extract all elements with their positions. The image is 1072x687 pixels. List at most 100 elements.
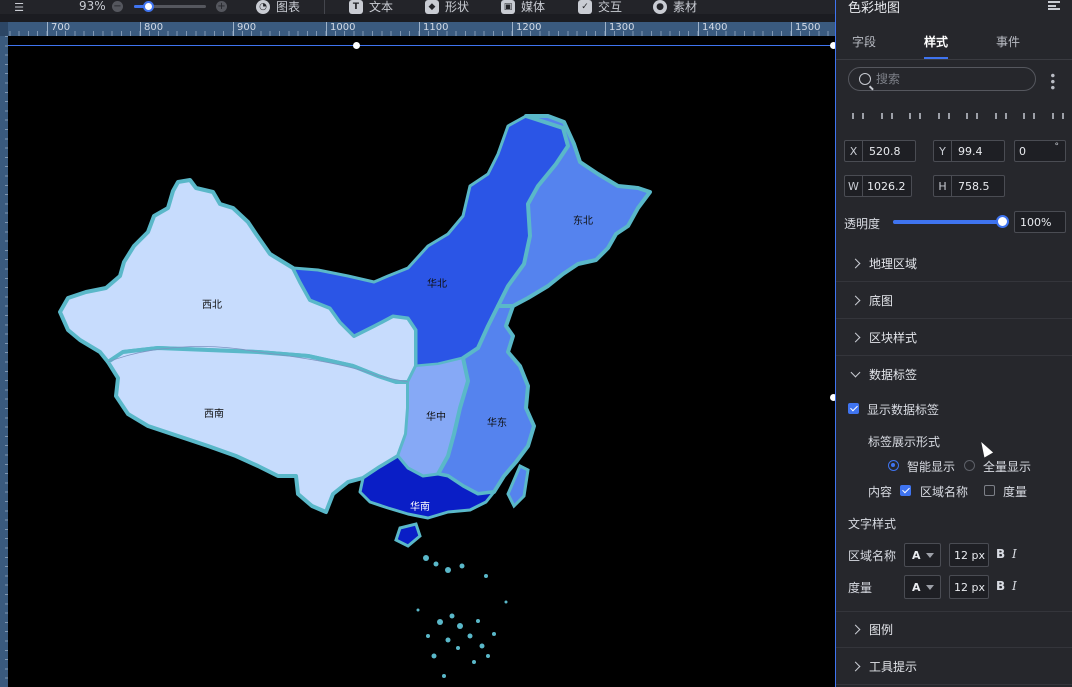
- align-middle-icon[interactable]: [1021, 111, 1036, 121]
- section-geo-region[interactable]: 地理区域: [836, 245, 1072, 282]
- content-label: 内容: [868, 485, 893, 499]
- tab-event[interactable]: 事件: [996, 33, 1020, 50]
- media-icon: ▣: [501, 0, 515, 14]
- ruler-label: 1000: [326, 22, 355, 36]
- chevron-right-icon: [850, 258, 861, 268]
- toolbar-shape-label: 形状: [445, 0, 470, 14]
- design-canvas[interactable]: 西北 西南 华北 东北 华中 华东 华南: [8, 36, 835, 687]
- toolbar-text-button[interactable]: T 文本: [349, 0, 393, 14]
- measure-text: 度量: [1003, 485, 1028, 499]
- section-data-label-label: 数据标签: [869, 368, 918, 382]
- section-legend-label: 图例: [869, 622, 894, 637]
- toolbar-media-button[interactable]: ▣ 媒体: [501, 0, 545, 14]
- y-position-field[interactable]: Y 99.4: [933, 140, 1005, 162]
- ruler-label: 1300: [605, 22, 634, 36]
- smart-display-radio[interactable]: [888, 460, 899, 471]
- map-label-central: 华中: [426, 410, 446, 423]
- show-data-label-text: 显示数据标签: [867, 403, 940, 417]
- full-display-radio[interactable]: [964, 460, 975, 471]
- search-input[interactable]: [876, 72, 1016, 86]
- properties-panel: 色彩地图 字段 样式 事件 ••• X 520.8 Y 99.4 0 ° W 1…: [835, 0, 1072, 687]
- search-icon: [859, 73, 871, 85]
- chevron-right-icon: [850, 624, 861, 634]
- toolbar-shape-button[interactable]: ◆ 形状: [425, 0, 469, 14]
- shape-icon: ◆: [425, 0, 439, 14]
- section-block-style[interactable]: 区块样式: [836, 319, 1072, 356]
- align-right-edge-icon[interactable]: [907, 111, 922, 121]
- map-region-hainan[interactable]: [394, 522, 422, 548]
- toolbar-chart-button[interactable]: ◔ 图表: [256, 0, 300, 14]
- region-name-checkbox[interactable]: [900, 485, 911, 496]
- toolbar-interaction-button[interactable]: ✓ 交互: [578, 0, 622, 14]
- vertical-ruler[interactable]: [0, 36, 8, 687]
- panel-title: 色彩地图: [848, 1, 901, 16]
- chart-icon: ◔: [256, 0, 270, 14]
- more-options-icon[interactable]: •••: [1045, 72, 1059, 90]
- tab-field[interactable]: 字段: [852, 33, 876, 50]
- section-tooltip-label: 工具提示: [869, 659, 918, 674]
- chevron-right-icon: [850, 661, 861, 671]
- measure-color-picker[interactable]: A: [904, 575, 941, 599]
- opacity-slider-knob[interactable]: [996, 215, 1009, 228]
- distribute-horizontal-icon[interactable]: [936, 111, 950, 121]
- panel-menu-icon[interactable]: [1048, 1, 1060, 10]
- x-label: X: [845, 141, 863, 161]
- region-name-font-size[interactable]: 12 px: [949, 543, 989, 567]
- toolbar-material-button[interactable]: ● 素材: [653, 0, 697, 14]
- region-name-text: 区域名称: [920, 485, 969, 499]
- ruler-corner: [0, 22, 8, 36]
- section-legend[interactable]: 图例: [836, 611, 1072, 648]
- measure-checkbox[interactable]: [984, 485, 995, 496]
- map-label-east: 华东: [487, 416, 507, 429]
- section-base-map[interactable]: 底图: [836, 282, 1072, 319]
- measure-font-size[interactable]: 12 px: [949, 575, 989, 599]
- align-center-horizontal-icon[interactable]: [879, 111, 893, 121]
- x-position-field[interactable]: X 520.8: [844, 140, 916, 162]
- align-left-icon[interactable]: [850, 111, 864, 121]
- italic-icon[interactable]: I: [1012, 579, 1017, 593]
- rotation-field[interactable]: 0 °: [1014, 140, 1066, 162]
- layers-icon[interactable]: ☰: [12, 0, 26, 14]
- toolbar-divider: [324, 0, 325, 14]
- zoom-slider-knob[interactable]: [143, 1, 155, 12]
- tab-style[interactable]: 样式: [924, 33, 948, 50]
- w-value: 1026.2: [867, 179, 906, 193]
- map-label-northwest: 西北: [202, 299, 222, 311]
- align-top-icon[interactable]: [993, 111, 1007, 121]
- text-icon: T: [349, 0, 363, 14]
- opacity-input[interactable]: 100%: [1014, 211, 1066, 233]
- zoom-in-icon[interactable]: +: [216, 1, 227, 12]
- region-name-color-picker[interactable]: A: [904, 543, 941, 567]
- section-tooltip[interactable]: 工具提示: [836, 648, 1072, 685]
- bold-icon[interactable]: B: [996, 579, 1005, 593]
- h-label: H: [934, 176, 952, 196]
- chevron-right-icon: [850, 295, 861, 305]
- ruler-label: 900: [233, 22, 256, 36]
- align-bottom-icon[interactable]: [1050, 111, 1064, 121]
- map-region-taiwan[interactable]: [506, 463, 530, 509]
- height-field[interactable]: H 758.5: [933, 175, 1005, 197]
- top-toolbar: ☰ 93% − + ◔ 图表 T 文本 ◆ 形状 ▣ 媒体 ✓ 交互 ● 素材: [0, 0, 835, 14]
- china-region-map[interactable]: 西北 西南 华北 东北 华中 华东 华南: [8, 36, 835, 687]
- width-field[interactable]: W 1026.2: [844, 175, 912, 197]
- south-china-sea-islands: [416, 555, 508, 678]
- horizontal-ruler[interactable]: 700 800 900 1000 1100 1200 1300 1400 150…: [0, 22, 835, 36]
- bold-icon[interactable]: B: [996, 547, 1005, 561]
- ruler-label: 800: [140, 22, 163, 36]
- section-data-label[interactable]: 数据标签: [836, 356, 1072, 393]
- chevron-down-icon: [850, 367, 861, 378]
- ruler-label: 700: [47, 22, 70, 36]
- caret-down-icon: [925, 552, 934, 558]
- toolbar-interaction-label: 交互: [598, 0, 623, 14]
- align-right-icon[interactable]: [964, 111, 979, 121]
- opacity-slider[interactable]: [893, 215, 1009, 228]
- section-base-map-label: 底图: [869, 293, 894, 308]
- zoom-slider[interactable]: [134, 1, 206, 12]
- zoom-out-icon[interactable]: −: [112, 1, 123, 12]
- y-label: Y: [934, 141, 952, 161]
- chevron-right-icon: [850, 332, 861, 342]
- show-data-label-checkbox[interactable]: [848, 403, 859, 414]
- alignment-toolbar: [850, 111, 1064, 123]
- search-box[interactable]: [848, 67, 1036, 91]
- italic-icon[interactable]: I: [1012, 547, 1017, 561]
